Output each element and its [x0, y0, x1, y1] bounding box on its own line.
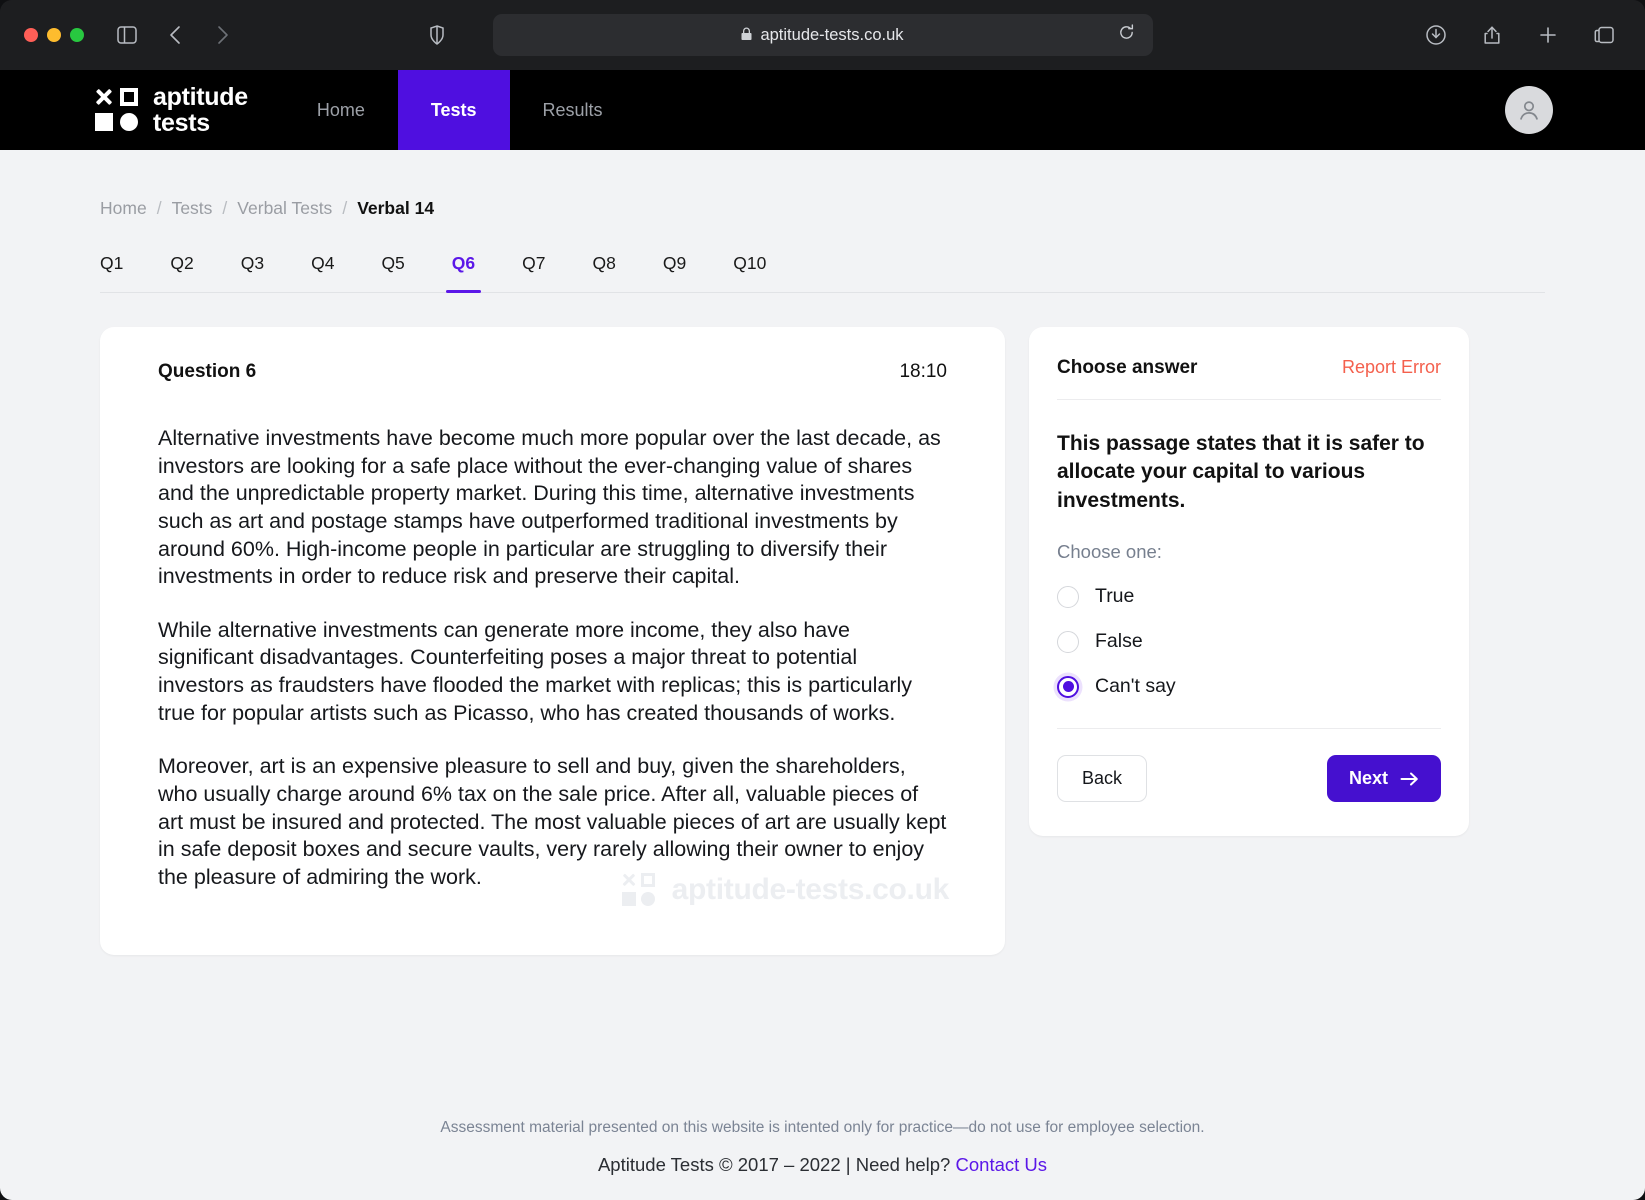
breadcrumb: Home / Tests / Verbal Tests / Verbal 14: [100, 198, 1545, 219]
browser-window: aptitude-tests.co.uk: [0, 0, 1645, 1200]
avatar[interactable]: [1505, 86, 1553, 134]
question-card-header: Question 6 18:10: [158, 361, 947, 383]
nav-item-tests[interactable]: Tests: [398, 70, 510, 150]
nav-item-results[interactable]: Results: [510, 70, 636, 150]
tab-q1[interactable]: Q1: [100, 249, 123, 292]
page-content: Home / Tests / Verbal Tests / Verbal 14 …: [0, 150, 1645, 955]
radio-false[interactable]: [1057, 631, 1079, 653]
option-label-cant-say: Can't say: [1095, 675, 1176, 698]
close-window-button[interactable]: [24, 28, 38, 42]
timer: 18:10: [899, 361, 947, 383]
radio-true[interactable]: [1057, 586, 1079, 608]
footer-copyright-text: Aptitude Tests © 2017 – 2022 | Need help…: [598, 1154, 956, 1175]
watermark-circle-icon: [641, 892, 655, 906]
logo-square-filled-icon: [95, 113, 113, 131]
logo-mark-icon: [95, 88, 139, 132]
footer-disclaimer: Assessment material presented on this we…: [0, 1119, 1645, 1137]
passage-text: Alternative investments have become much…: [158, 425, 947, 891]
contact-us-link[interactable]: Contact Us: [956, 1154, 1048, 1175]
breadcrumb-item-tests[interactable]: Tests: [172, 198, 213, 219]
report-error-link[interactable]: Report Error: [1342, 357, 1441, 378]
address-bar[interactable]: aptitude-tests.co.uk: [493, 14, 1153, 56]
option-label-false: False: [1095, 630, 1143, 653]
tab-q4[interactable]: Q4: [311, 249, 334, 292]
option-true[interactable]: True: [1057, 585, 1441, 608]
breadcrumb-separator: /: [222, 198, 227, 219]
primary-nav: Home Tests Results: [284, 70, 636, 150]
tab-q3[interactable]: Q3: [241, 249, 264, 292]
option-false[interactable]: False: [1057, 630, 1441, 653]
tab-q2[interactable]: Q2: [170, 249, 193, 292]
arrow-right-icon: [1400, 771, 1419, 787]
passage-paragraph: Moreover, art is an expensive pleasure t…: [158, 753, 947, 891]
answer-card-header: Choose answer Report Error: [1057, 357, 1441, 400]
option-cant-say[interactable]: Can't say: [1057, 675, 1441, 698]
page-title: Question 6: [158, 361, 256, 383]
passage-paragraph: While alternative investments can genera…: [158, 617, 947, 728]
watermark-square-filled-icon: [622, 892, 636, 906]
next-button[interactable]: Next: [1327, 755, 1441, 802]
lock-icon: [741, 27, 752, 44]
choose-one-label: Choose one:: [1057, 541, 1441, 563]
brand-line-2: tests: [153, 110, 248, 136]
answer-card: Choose answer Report Error This passage …: [1029, 327, 1469, 836]
tab-q8[interactable]: Q8: [593, 249, 616, 292]
passage-paragraph: Alternative investments have become much…: [158, 425, 947, 591]
tab-q5[interactable]: Q5: [381, 249, 404, 292]
new-tab-icon[interactable]: [1531, 18, 1565, 52]
tab-overview-icon[interactable]: [1587, 18, 1621, 52]
browser-toolbar: aptitude-tests.co.uk: [0, 0, 1645, 70]
minimize-window-button[interactable]: [47, 28, 61, 42]
tab-q9[interactable]: Q9: [663, 249, 686, 292]
breadcrumb-separator: /: [342, 198, 347, 219]
user-avatar-icon: [1516, 97, 1542, 123]
toolbar-right-actions: [1419, 18, 1621, 52]
answer-card-actions: Back Next: [1057, 728, 1441, 802]
maximize-window-button[interactable]: [70, 28, 84, 42]
question-tabs: Q1 Q2 Q3 Q4 Q5 Q6 Q7 Q8 Q9 Q10: [100, 249, 1545, 293]
reload-icon[interactable]: [1118, 24, 1135, 46]
brand-wordmark: aptitude tests: [153, 84, 248, 136]
url-text: aptitude-tests.co.uk: [760, 26, 903, 45]
next-button-label: Next: [1349, 768, 1388, 789]
footer: Assessment material presented on this we…: [0, 1119, 1645, 1176]
answer-card-title: Choose answer: [1057, 357, 1197, 379]
privacy-shield-icon[interactable]: [420, 18, 454, 52]
main-row: Question 6 18:10 Alternative investments…: [100, 327, 1545, 955]
site-header: aptitude tests Home Tests Results: [0, 70, 1645, 150]
tab-q6[interactable]: Q6: [452, 249, 475, 292]
tab-q7[interactable]: Q7: [522, 249, 545, 292]
nav-item-home[interactable]: Home: [284, 70, 398, 150]
logo-circle-icon: [120, 113, 138, 131]
download-icon[interactable]: [1419, 18, 1453, 52]
share-icon[interactable]: [1475, 18, 1509, 52]
breadcrumb-item-current: Verbal 14: [357, 198, 434, 219]
back-arrow-icon[interactable]: [158, 18, 192, 52]
answer-statement: This passage states that it is safer to …: [1057, 430, 1441, 515]
option-label-true: True: [1095, 585, 1134, 608]
forward-arrow-icon[interactable]: [206, 18, 240, 52]
breadcrumb-separator: /: [157, 198, 162, 219]
site-logo[interactable]: aptitude tests: [0, 70, 284, 150]
breadcrumb-item-verbal-tests[interactable]: Verbal Tests: [237, 198, 332, 219]
logo-x-icon: [95, 88, 113, 106]
radio-cant-say[interactable]: [1057, 676, 1079, 698]
footer-copyright: Aptitude Tests © 2017 – 2022 | Need help…: [0, 1154, 1645, 1176]
back-button[interactable]: Back: [1057, 755, 1147, 802]
window-controls: [24, 28, 84, 42]
sidebar-toggle-icon[interactable]: [110, 18, 144, 52]
page-body: Home / Tests / Verbal Tests / Verbal 14 …: [0, 150, 1645, 1200]
nav-arrow-group: [158, 18, 240, 52]
tab-q10[interactable]: Q10: [733, 249, 766, 292]
logo-square-outline-icon: [120, 88, 138, 106]
question-card: Question 6 18:10 Alternative investments…: [100, 327, 1005, 955]
breadcrumb-item-home[interactable]: Home: [100, 198, 147, 219]
brand-line-1: aptitude: [153, 84, 248, 110]
